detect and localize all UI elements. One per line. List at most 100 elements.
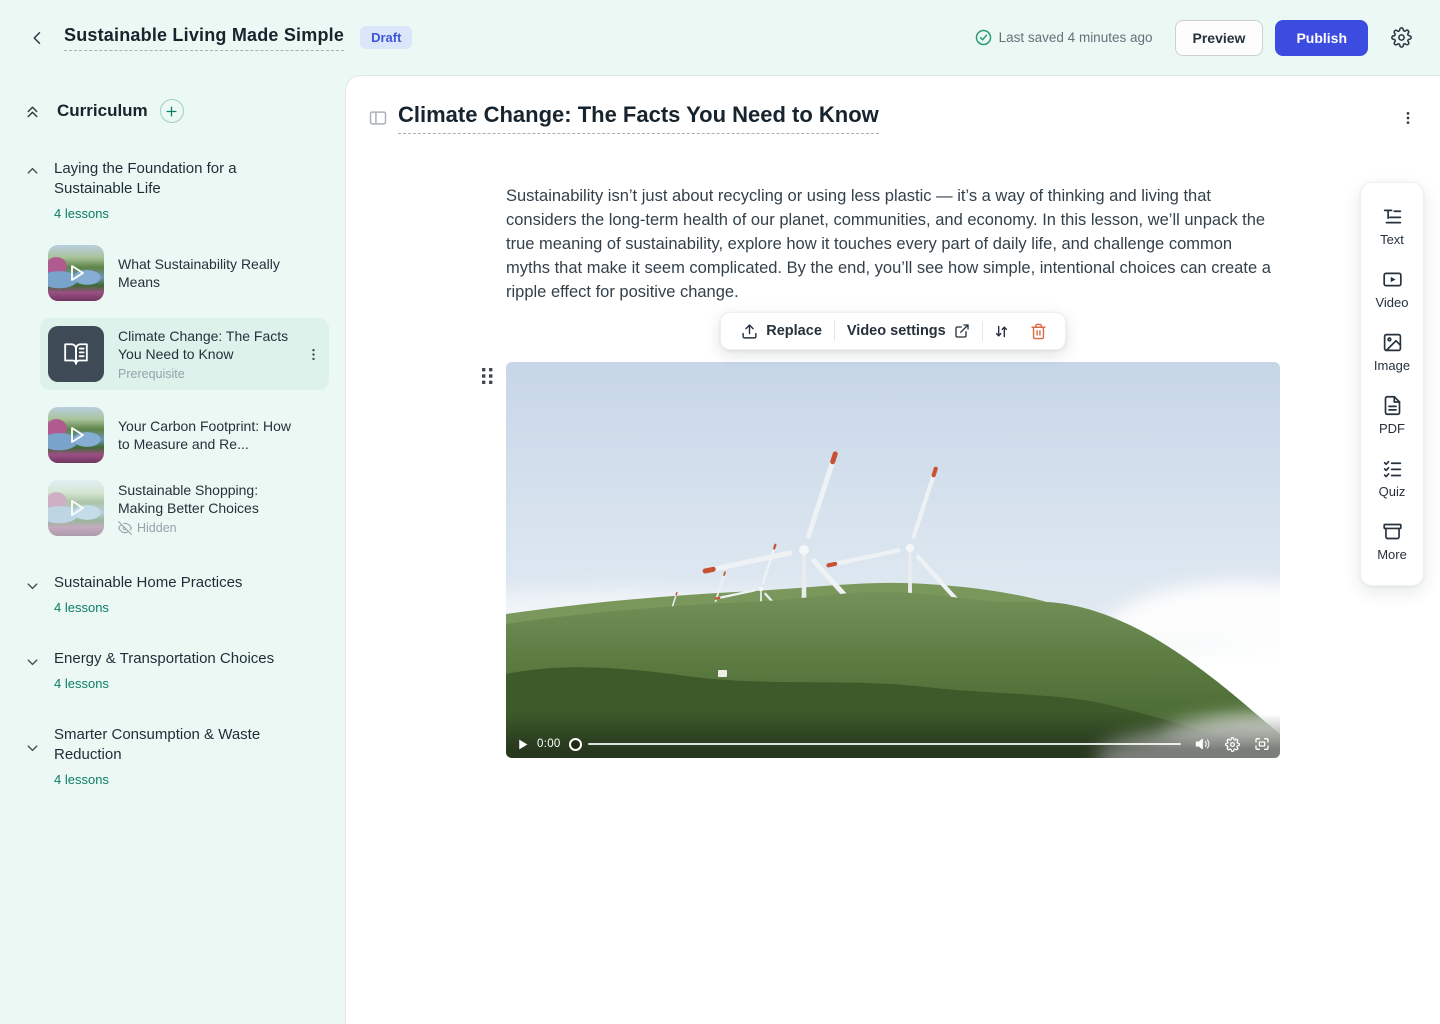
top-header: Sustainable Living Made Simple Draft Las…: [0, 0, 1440, 75]
lesson-title: Sustainable Shopping: Making Better Choi…: [118, 481, 298, 517]
curriculum-sidebar: Curriculum Laying the Foundation for a S…: [0, 75, 345, 1024]
video-controls: 0:00: [506, 714, 1280, 758]
insert-quiz-button[interactable]: Quiz: [1361, 447, 1423, 510]
sidebar-toggle-button[interactable]: [368, 108, 388, 128]
sort-arrows-icon: [993, 323, 1010, 340]
pdf-file-icon: [1382, 395, 1403, 416]
course-title[interactable]: Sustainable Living Made Simple: [64, 25, 344, 51]
text-icon: [1382, 206, 1403, 227]
time-display: 0:00: [537, 738, 561, 750]
lesson-title: Climate Change: The Facts You Need to Kn…: [118, 327, 290, 363]
chevron-down-icon[interactable]: [24, 577, 42, 615]
collapse-all-button[interactable]: [24, 103, 41, 120]
fullscreen-icon: [1254, 736, 1270, 752]
progress-track[interactable]: [588, 743, 1181, 745]
chevron-down-icon[interactable]: [24, 653, 42, 691]
lesson-item-hidden[interactable]: Sustainable Shopping: Making Better Choi…: [48, 480, 329, 536]
video-block-toolbar: Replace Video settings: [720, 312, 1065, 350]
insert-pdf-button[interactable]: PDF: [1361, 384, 1423, 447]
curriculum-section: Energy & Transportation Choices 4 lesson…: [24, 649, 329, 691]
kebab-icon: [306, 347, 321, 362]
insert-more-button[interactable]: More: [1361, 510, 1423, 573]
kebab-icon: [1400, 110, 1416, 126]
video-block: 0:00: [506, 362, 1280, 758]
lesson-intro-paragraph[interactable]: Sustainability isn’t just about recyclin…: [506, 184, 1280, 304]
curriculum-section: Smarter Consumption & Waste Reduction 4 …: [24, 725, 329, 787]
section-header[interactable]: Laying the Foundation for a Sustainable …: [24, 159, 329, 221]
upload-icon: [741, 323, 758, 340]
delete-block-button[interactable]: [1020, 313, 1057, 349]
play-icon: [48, 245, 104, 301]
volume-icon: [1195, 736, 1211, 752]
plus-icon: [165, 105, 178, 118]
curriculum-title: Curriculum: [57, 101, 148, 121]
play-icon: [48, 407, 104, 463]
lesson-title: Your Carbon Footprint: How to Measure an…: [118, 417, 298, 453]
video-icon: [1382, 269, 1403, 290]
insert-text-button[interactable]: Text: [1361, 195, 1423, 258]
fullscreen-button[interactable]: [1254, 736, 1270, 752]
video-thumbnail: [48, 480, 104, 536]
section-title: Energy & Transportation Choices: [54, 649, 274, 669]
video-poster-wind-turbines: [506, 362, 1280, 758]
section-header[interactable]: Sustainable Home Practices 4 lessons: [24, 573, 329, 615]
lesson-options-button[interactable]: [1396, 106, 1420, 130]
eye-off-icon: [118, 521, 132, 535]
section-title: Sustainable Home Practices: [54, 573, 242, 593]
section-header[interactable]: Smarter Consumption & Waste Reduction 4 …: [24, 725, 329, 787]
move-block-button[interactable]: [983, 313, 1020, 349]
back-button[interactable]: [24, 24, 52, 52]
settings-button[interactable]: [1386, 23, 1416, 53]
reading-thumbnail: [48, 326, 104, 382]
player-settings-button[interactable]: [1225, 737, 1240, 752]
lesson-item-selected[interactable]: Climate Change: The Facts You Need to Kn…: [40, 318, 329, 390]
save-status-text: Last saved 4 minutes ago: [999, 30, 1153, 45]
course-builder-app: Sustainable Living Made Simple Draft Las…: [0, 0, 1440, 1024]
lesson-subtitle: Hidden: [118, 521, 329, 535]
section-title: Laying the Foundation for a Sustainable …: [54, 159, 294, 199]
quiz-checklist-icon: [1382, 458, 1403, 479]
chevron-down-icon[interactable]: [24, 739, 42, 787]
lesson-item[interactable]: Your Carbon Footprint: How to Measure an…: [48, 407, 329, 463]
volume-button[interactable]: [1195, 736, 1211, 752]
chevron-up-icon[interactable]: [24, 163, 42, 221]
play-button[interactable]: [516, 738, 529, 751]
lesson-subtitle: Prerequisite: [118, 367, 290, 381]
archive-box-icon: [1382, 521, 1403, 542]
play-icon: [48, 480, 104, 536]
section-lesson-count: 4 lessons: [54, 676, 274, 691]
publish-button[interactable]: Publish: [1275, 20, 1368, 56]
video-player[interactable]: 0:00: [506, 362, 1280, 758]
gear-icon: [1225, 737, 1240, 752]
lesson-title: What Sustainability Really Means: [118, 255, 298, 291]
section-header[interactable]: Energy & Transportation Choices 4 lesson…: [24, 649, 329, 691]
curriculum-section: Laying the Foundation for a Sustainable …: [24, 159, 329, 536]
section-lesson-count: 4 lessons: [54, 772, 294, 787]
chevrons-up-icon: [24, 103, 41, 120]
status-badge: Draft: [360, 26, 412, 49]
insert-image-button[interactable]: Image: [1361, 321, 1423, 384]
lesson-editor-panel: Climate Change: The Facts You Need to Kn…: [345, 75, 1440, 1024]
chevron-left-icon: [29, 29, 47, 47]
lesson-menu-button[interactable]: [304, 343, 323, 366]
video-settings-button[interactable]: Video settings: [835, 313, 982, 349]
check-circle-icon: [975, 29, 992, 46]
save-status: Last saved 4 minutes ago: [975, 29, 1153, 46]
panel-layout-icon: [368, 108, 388, 128]
preview-button[interactable]: Preview: [1175, 20, 1264, 56]
section-title: Smarter Consumption & Waste Reduction: [54, 725, 294, 765]
add-section-button[interactable]: [160, 99, 184, 123]
lesson-page-title[interactable]: Climate Change: The Facts You Need to Kn…: [398, 102, 879, 134]
insert-video-button[interactable]: Video: [1361, 258, 1423, 321]
video-thumbnail: [48, 245, 104, 301]
gear-icon: [1391, 27, 1412, 48]
curriculum-header: Curriculum: [24, 99, 329, 123]
scrubber-handle[interactable]: [569, 738, 582, 751]
curriculum-section: Sustainable Home Practices 4 lessons: [24, 573, 329, 615]
drag-handle[interactable]: [481, 366, 494, 386]
replace-video-button[interactable]: Replace: [729, 313, 834, 349]
section-lesson-count: 4 lessons: [54, 206, 294, 221]
external-link-icon: [954, 323, 970, 339]
book-open-icon: [63, 341, 89, 367]
lesson-item[interactable]: What Sustainability Really Means: [48, 245, 329, 301]
